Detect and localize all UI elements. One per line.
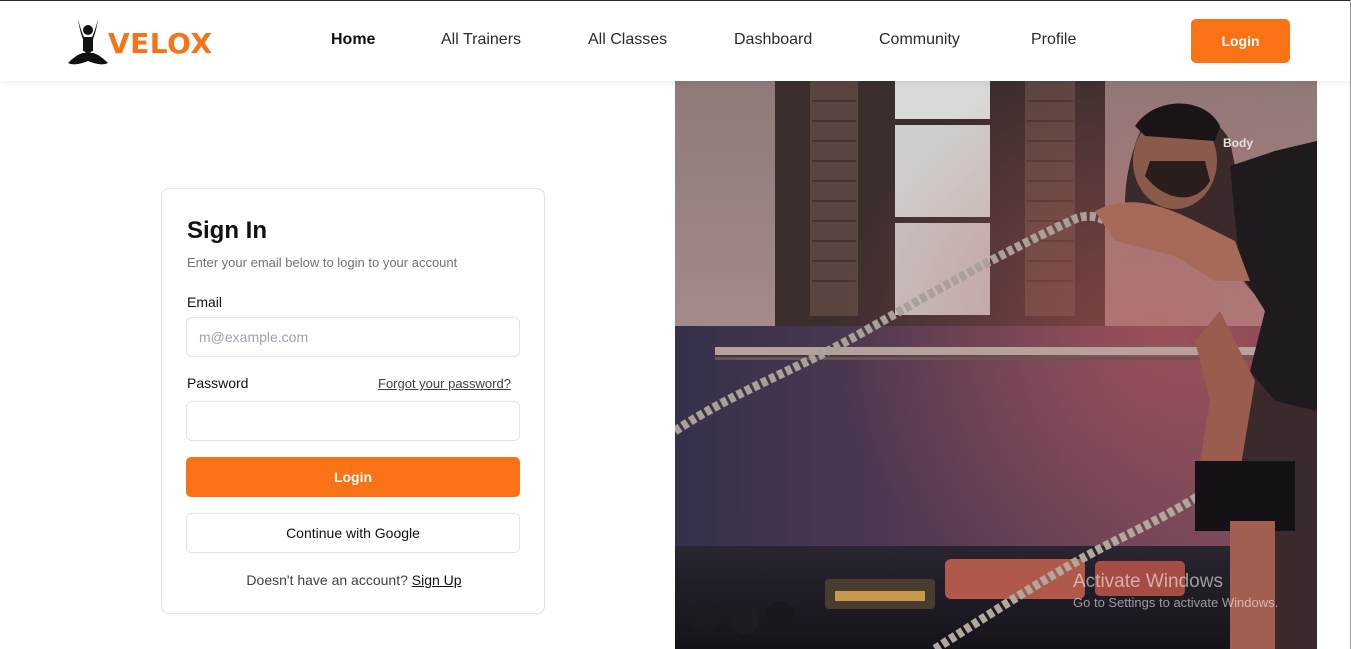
main-nav: Home All Trainers All Classes Dashboard …: [0, 1, 1350, 81]
hero-image: Body: [675, 81, 1317, 649]
email-label: Email: [187, 294, 223, 310]
signup-link[interactable]: Sign Up: [412, 572, 462, 588]
nav-home[interactable]: Home: [331, 31, 375, 49]
battle-ropes-workout-photo: Body: [675, 81, 1317, 649]
nav-profile[interactable]: Profile: [1031, 31, 1076, 49]
email-field[interactable]: [186, 317, 520, 357]
nav-login-button[interactable]: Login: [1191, 19, 1290, 63]
navbar: VELOX Home All Trainers All Classes Dash…: [0, 1, 1350, 81]
watermark-title: Activate Windows: [1073, 571, 1223, 592]
signup-prompt: Doesn't have an account? Sign Up: [162, 572, 546, 588]
signin-subtitle: Enter your email below to login to your …: [187, 255, 458, 270]
watermark-subtitle: Go to Settings to activate Windows.: [1073, 595, 1279, 610]
no-account-text: Doesn't have an account?: [246, 572, 408, 588]
nav-all-classes[interactable]: All Classes: [588, 31, 667, 49]
forgot-password-link[interactable]: Forgot your password?: [378, 376, 511, 391]
signin-card: Sign In Enter your email below to login …: [161, 188, 545, 614]
nav-all-trainers[interactable]: All Trainers: [441, 31, 521, 49]
nav-community[interactable]: Community: [879, 31, 960, 49]
activate-windows-watermark: Activate Windows Go to Settings to activ…: [1073, 571, 1278, 610]
svg-text:Body: Body: [1223, 136, 1253, 150]
google-signin-button[interactable]: Continue with Google: [186, 513, 520, 553]
nav-dashboard[interactable]: Dashboard: [734, 31, 812, 49]
signin-title: Sign In: [187, 217, 267, 244]
password-label: Password: [187, 375, 249, 391]
login-button[interactable]: Login: [186, 457, 520, 497]
password-field[interactable]: [186, 401, 520, 441]
